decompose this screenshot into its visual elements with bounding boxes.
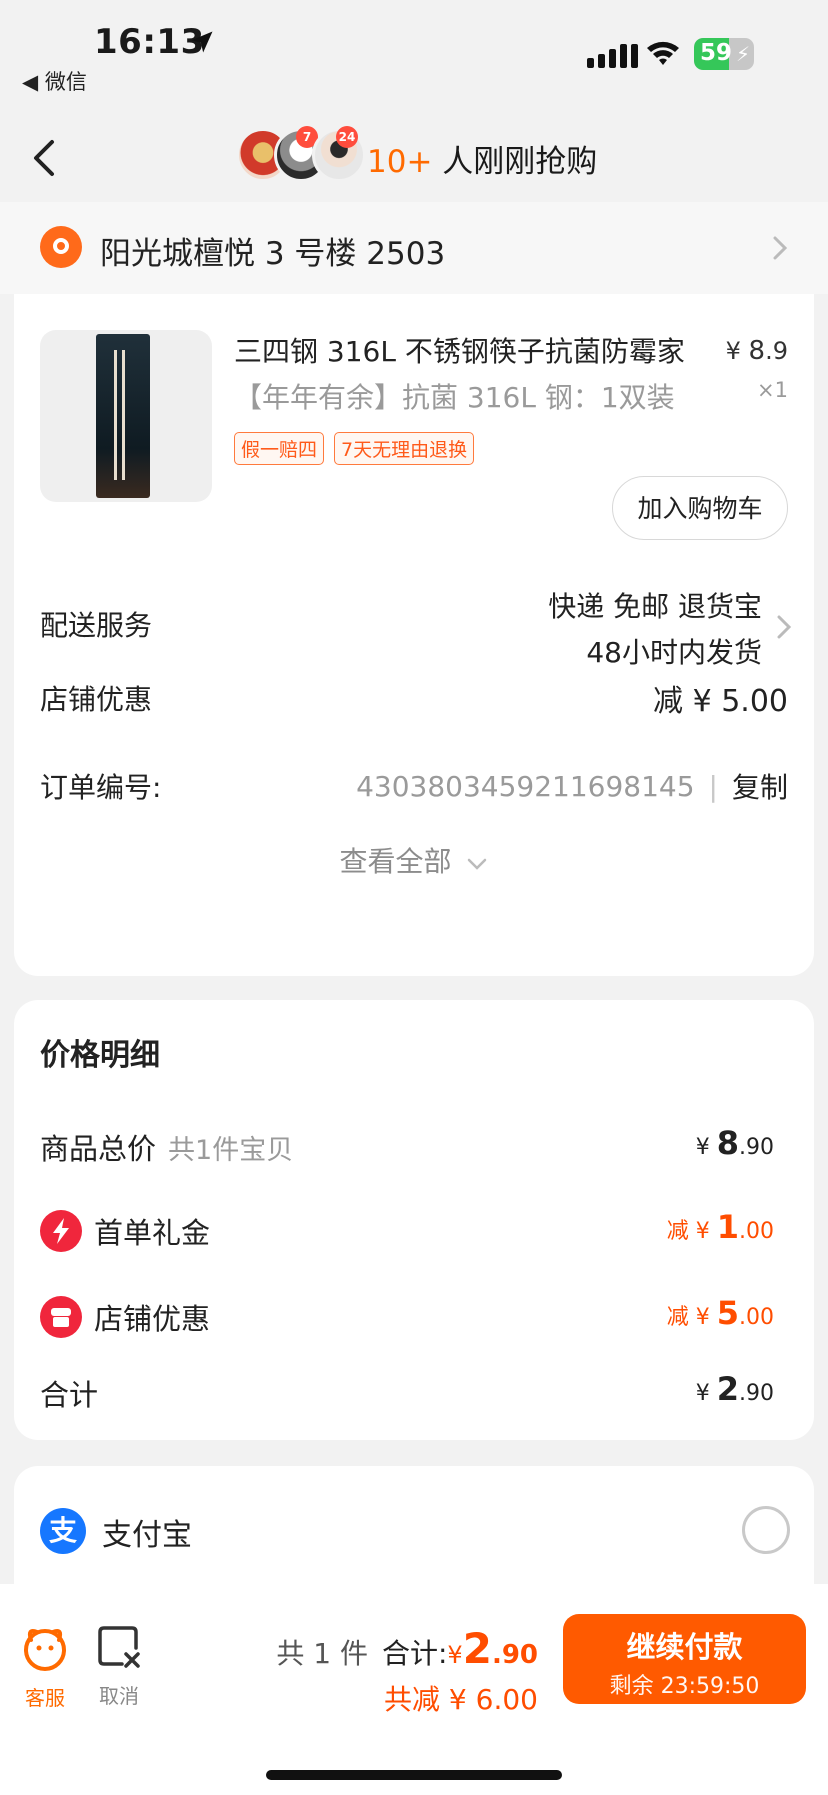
price-detail-card: 价格明细 商品总价 共1件宝贝 ¥ 8.90 首单礼金 减 ¥ 1.00 店铺优惠…	[14, 1000, 814, 1440]
cancel-icon	[98, 1626, 140, 1668]
buyer-count: 10+	[367, 144, 433, 180]
chevron-right-icon	[777, 615, 792, 639]
page-title: 10+ 人刚刚抢购	[367, 136, 597, 181]
product-image[interactable]	[40, 330, 212, 502]
row-value: ¥ 2.90	[695, 1370, 774, 1408]
delivery-line2: 48小时内发货	[586, 636, 762, 669]
row-value: ¥ 8.90	[695, 1124, 774, 1162]
row-label: 店铺优惠	[94, 1302, 211, 1336]
row-label: 合计	[40, 1378, 99, 1412]
tag-fake-compensation: 假一赔四	[234, 432, 325, 465]
total-label: 合计:	[381, 1637, 448, 1670]
copy-button[interactable]: 复制	[732, 766, 788, 806]
location-pin-icon	[40, 226, 82, 268]
view-all-button[interactable]: 查看全部	[14, 840, 814, 880]
chevron-right-icon	[773, 236, 788, 260]
order-total: 共 1 件 合计: ¥2.90	[276, 1624, 538, 1673]
continue-pay-button[interactable]: 继续付款 剩余 23:59:50	[563, 1614, 806, 1704]
cancel-label: 取消	[99, 1684, 139, 1708]
shop-icon	[40, 1296, 82, 1338]
product-title[interactable]: 三四钢 316L 不锈钢筷子抗菌防霉家	[234, 330, 685, 370]
wifi-icon	[647, 41, 679, 65]
bottom-bar: 客服 取消 共 1 件 合计: ¥2.90 共减 ¥ 6.00 继续付款 剩余 …	[0, 1584, 828, 1795]
divider: |	[708, 769, 718, 803]
shop-discount-label: 店铺优惠	[40, 683, 153, 716]
cellular-signal-icon	[587, 42, 638, 68]
buyer-avatars: 7 24	[236, 126, 366, 184]
shop-discount-value: 减 ¥ 5.00	[653, 684, 788, 719]
delivery-line1: 快递 免邮 退货宝	[548, 590, 762, 623]
home-indicator[interactable]	[266, 1770, 562, 1780]
back-to-wechat-link[interactable]: ◀ 微信	[22, 66, 87, 96]
customer-service-label: 客服	[25, 1686, 65, 1710]
address-text: 阳光城檀悦 3 号楼 2503	[100, 236, 446, 272]
lightning-icon	[40, 1210, 82, 1252]
product-price: ¥ 8.9	[725, 336, 788, 366]
price-row-sum: 合计 ¥ 2.90	[40, 1362, 774, 1422]
row-value: 减 ¥ 1.00	[666, 1208, 774, 1246]
row-label: 商品总价	[40, 1132, 157, 1166]
payment-method-label: 支付宝	[102, 1518, 192, 1553]
avatar-badge: 24	[336, 126, 358, 148]
back-arrow-icon[interactable]	[30, 138, 58, 178]
row-value: 减 ¥ 5.00	[666, 1294, 774, 1332]
price-row-shop-discount: 店铺优惠 减 ¥ 5.00	[40, 1286, 774, 1346]
charging-bolt-icon: ⚡	[735, 42, 750, 66]
pay-countdown: 剩余 23:59:50	[609, 1674, 760, 1699]
chevron-down-icon	[468, 858, 487, 870]
product-sku: 【年年有余】抗菌 316L 钢：1双装	[234, 381, 675, 414]
order-number: 4303803459211698145 | 复制	[356, 766, 788, 806]
nav-bar: 7 24 10+ 人刚刚抢购	[0, 112, 828, 202]
page-title-text: 人刚刚抢购	[432, 144, 598, 180]
total-saved: 共减 ¥ 6.00	[384, 1683, 538, 1716]
order-card: 三四钢 316L 不锈钢筷子抗菌防霉家 【年年有余】抗菌 316L 钢：1双装 …	[14, 294, 814, 976]
location-arrow-icon	[191, 31, 213, 53]
delivery-info[interactable]: 快递 免邮 退货宝 48小时内发货	[548, 584, 762, 676]
service-tags: 假一赔四 7天无理由退换	[234, 432, 475, 465]
battery-level: 59	[700, 40, 733, 66]
price-detail-title: 价格明细	[40, 1038, 160, 1073]
pay-button-label: 继续付款	[626, 1630, 743, 1664]
cancel-order-button[interactable]: 取消	[84, 1624, 154, 1709]
product-quantity: ×1	[757, 378, 788, 402]
order-number-label: 订单编号:	[40, 771, 162, 804]
customer-service-button[interactable]: 客服	[10, 1624, 80, 1711]
order-number-value: 4303803459211698145	[356, 769, 695, 803]
row-label: 首单礼金	[94, 1216, 211, 1250]
tag-7day-return: 7天无理由退换	[334, 432, 475, 465]
row-sublabel: 共1件宝贝	[168, 1134, 294, 1166]
battery-icon: 59 ⚡	[694, 38, 754, 70]
customer-service-icon	[24, 1629, 66, 1671]
delivery-label: 配送服务	[40, 609, 153, 642]
price-row-first-order-gift: 首单礼金 减 ¥ 1.00	[40, 1200, 774, 1260]
address-row[interactable]: 阳光城檀悦 3 号楼 2503	[0, 202, 828, 294]
total-amount: 2	[462, 1624, 492, 1673]
item-count: 共 1 件	[276, 1637, 368, 1670]
price-row-total: 商品总价 共1件宝贝 ¥ 8.90	[40, 1116, 774, 1176]
alipay-icon: 支	[40, 1508, 86, 1554]
status-bar: 16:13 ◀ 微信 59 ⚡	[0, 0, 828, 110]
add-to-cart-button[interactable]: 加入购物车	[612, 476, 788, 540]
payment-radio[interactable]	[742, 1506, 790, 1554]
